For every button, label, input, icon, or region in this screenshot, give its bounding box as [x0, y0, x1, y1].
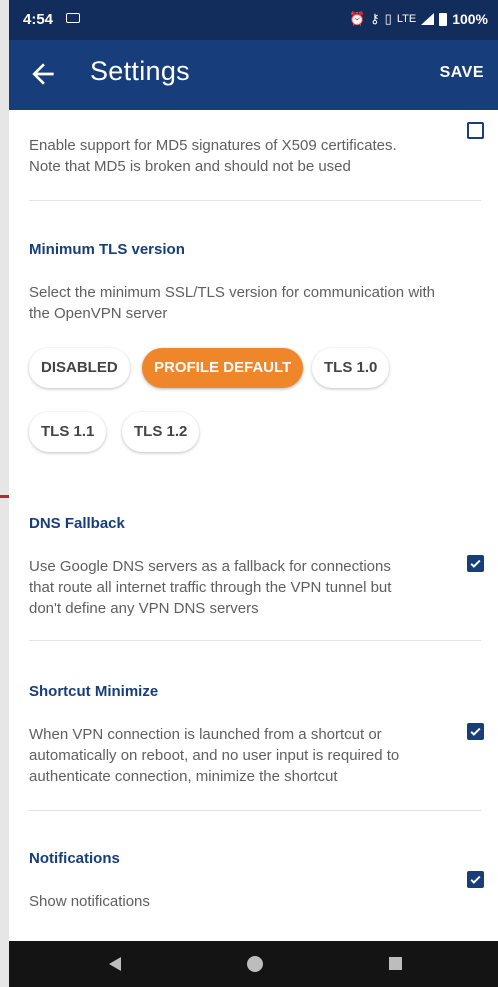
- status-time: 4:54: [23, 11, 54, 28]
- checkmark-icon: [470, 559, 481, 568]
- shortcut-minimize-description-line: automatically on reboot, and no user inp…: [29, 747, 400, 764]
- dns-fallback-description-line: that route all internet traffic through …: [29, 579, 392, 596]
- divider: [29, 810, 481, 811]
- tls-chip-tls-1-0[interactable]: TLS 1.0: [312, 348, 390, 388]
- md5-description-line: Note that MD5 is broken and should not b…: [29, 158, 351, 175]
- tls-description: Select the minimum SSL/TLS version for c…: [29, 282, 435, 324]
- nav-home-icon[interactable]: [247, 956, 263, 972]
- dns-fallback-description-line: don't define any VPN DNS servers: [29, 600, 259, 617]
- status-bar: 4:54 ⏰ ⚷ ▯ LTE 100%: [9, 0, 498, 40]
- vibrate-icon: ▯: [384, 11, 392, 26]
- shortcut-minimize-description-line: authenticate connection, minimize the sh…: [29, 768, 338, 785]
- tls-description-line: the OpenVPN server: [29, 305, 168, 322]
- alarm-icon: ⏰: [348, 11, 366, 26]
- battery-percent: 100%: [452, 11, 488, 27]
- md5-description-line: Enable support for MD5 signatures of X50…: [29, 137, 397, 154]
- nav-recents-icon[interactable]: [389, 957, 402, 970]
- battery-icon: [439, 12, 448, 26]
- dns-fallback-description-line: Use Google DNS servers as a fallback for…: [29, 558, 391, 575]
- tls-chip-tls-1-2[interactable]: TLS 1.2: [122, 412, 200, 452]
- shortcut-minimize-heading: Shortcut Minimize: [29, 683, 159, 700]
- shortcut-minimize-description-line: When VPN connection is launched from a s…: [29, 726, 382, 743]
- md5-checkbox[interactable]: [467, 122, 484, 139]
- divider: [29, 640, 481, 641]
- shortcut-minimize-description: When VPN connection is launched from a s…: [29, 724, 399, 787]
- page-title: Settings: [90, 56, 190, 86]
- checkmark-icon: [470, 875, 481, 884]
- notifications-heading: Notifications: [29, 850, 120, 867]
- divider: [29, 200, 481, 201]
- system-nav-bar: [9, 941, 498, 987]
- network-type: LTE: [396, 13, 417, 25]
- dns-fallback-description: Use Google DNS servers as a fallback for…: [29, 556, 391, 619]
- arrow-left-icon[interactable]: [27, 58, 59, 90]
- sim-card-icon: [66, 13, 80, 23]
- tls-heading: Minimum TLS version: [29, 241, 185, 258]
- key-icon: ⚷: [370, 11, 380, 26]
- shortcut-minimize-checkbox[interactable]: [467, 723, 484, 740]
- tls-chip-disabled[interactable]: DISABLED: [29, 348, 130, 388]
- tls-chip-profile-default[interactable]: PROFILE DEFAULT: [142, 348, 304, 388]
- settings-list: Enable support for MD5 signatures of X50…: [9, 110, 498, 941]
- signal-icon: [421, 13, 435, 25]
- save-button[interactable]: SAVE: [440, 64, 484, 82]
- tls-chip-tls-1-1[interactable]: TLS 1.1: [29, 412, 107, 452]
- dns-fallback-heading: DNS Fallback: [29, 515, 125, 532]
- phone-screen: 4:54 ⏰ ⚷ ▯ LTE 100% Settings SAVE Enable…: [9, 0, 498, 987]
- app-toolbar: Settings SAVE: [9, 40, 498, 110]
- md5-description: Enable support for MD5 signatures of X50…: [29, 135, 397, 177]
- checkmark-icon: [470, 727, 481, 736]
- status-icons: ⏰ ⚷ ▯ LTE 100%: [349, 11, 488, 27]
- notifications-checkbox[interactable]: [467, 871, 484, 888]
- notifications-description: Show notifications: [29, 893, 150, 910]
- nav-back-icon[interactable]: [109, 957, 121, 971]
- tls-description-line: Select the minimum SSL/TLS version for c…: [29, 284, 435, 301]
- dns-fallback-checkbox[interactable]: [467, 555, 484, 572]
